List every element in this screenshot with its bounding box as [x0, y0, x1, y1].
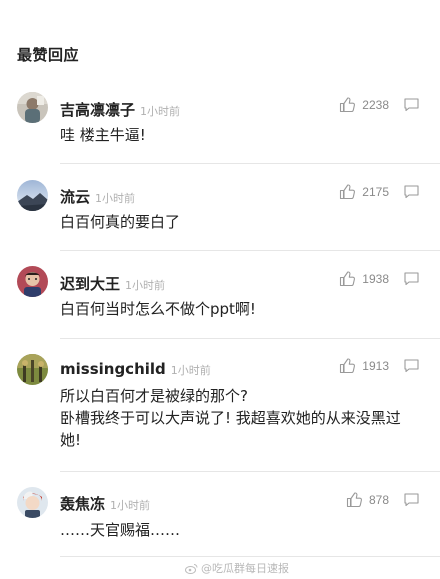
thumbs-up-icon[interactable] — [339, 183, 356, 200]
comment-meta: 吉高凛凛子 1小时前 — [60, 99, 180, 120]
username[interactable]: 轰焦冻 — [60, 493, 105, 514]
comment-text: 白百何当时怎么不做个ppt啊! — [60, 300, 256, 318]
comment-meta: 流云 1小时前 — [60, 186, 135, 207]
like-count: 2175 — [362, 184, 389, 199]
speech-bubble-icon[interactable] — [403, 357, 420, 374]
like-count: 1913 — [362, 358, 389, 373]
divider — [60, 471, 440, 472]
avatar[interactable] — [17, 180, 48, 211]
comment-actions: 1938 — [339, 270, 420, 287]
watermark: @吃瓜群每日速报 — [185, 560, 289, 576]
avatar[interactable] — [17, 92, 48, 123]
timestamp: 1小时前 — [125, 279, 166, 292]
divider — [60, 338, 440, 339]
like-count: 878 — [368, 492, 389, 507]
comment-meta: 轰焦冻 1小时前 — [60, 493, 150, 514]
comment-text: 白百何真的要白了 — [60, 213, 181, 231]
speech-bubble-icon[interactable] — [403, 491, 420, 508]
comment-meta: missingchild 1小时前 — [60, 360, 211, 378]
username[interactable]: 吉高凛凛子 — [60, 99, 135, 120]
like-count: 2238 — [362, 97, 389, 112]
speech-bubble-icon[interactable] — [403, 270, 420, 287]
timestamp: 1小时前 — [110, 499, 151, 512]
username[interactable]: 迟到大王 — [60, 273, 120, 294]
timestamp: 1小时前 — [140, 105, 181, 118]
thumbs-up-icon[interactable] — [339, 270, 356, 287]
comment-actions: 2238 — [339, 96, 420, 113]
comment-text: 哇 楼主牛逼! — [60, 126, 146, 144]
watermark-text: @吃瓜群每日速报 — [201, 562, 289, 575]
section-title: 最赞回应 — [17, 46, 80, 64]
username[interactable]: missingchild — [60, 360, 166, 378]
thumbs-up-icon[interactable] — [339, 357, 356, 374]
avatar[interactable] — [17, 487, 48, 518]
avatar[interactable] — [17, 354, 48, 385]
comment-actions: 2175 — [339, 183, 420, 200]
comment-actions: 878 — [346, 491, 420, 508]
divider — [60, 556, 440, 557]
thumbs-up-icon[interactable] — [339, 96, 356, 113]
comment-meta: 迟到大王 1小时前 — [60, 273, 165, 294]
thumbs-up-icon[interactable] — [346, 491, 363, 508]
like-count: 1938 — [362, 271, 389, 286]
comment-text: ……天官赐福…… — [60, 521, 181, 539]
timestamp: 1小时前 — [95, 192, 136, 205]
comment-actions: 1913 — [339, 357, 420, 374]
timestamp: 1小时前 — [170, 364, 211, 377]
divider — [60, 250, 440, 251]
speech-bubble-icon[interactable] — [403, 96, 420, 113]
divider — [60, 163, 440, 164]
username[interactable]: 流云 — [60, 186, 90, 207]
avatar[interactable] — [17, 266, 48, 297]
weibo-icon — [185, 563, 198, 574]
speech-bubble-icon[interactable] — [403, 183, 420, 200]
comment-text: 所以白百何才是被绿的那个? 卧槽我终于可以大声说了! 我超喜欢她的从来没黑过她! — [60, 387, 401, 449]
